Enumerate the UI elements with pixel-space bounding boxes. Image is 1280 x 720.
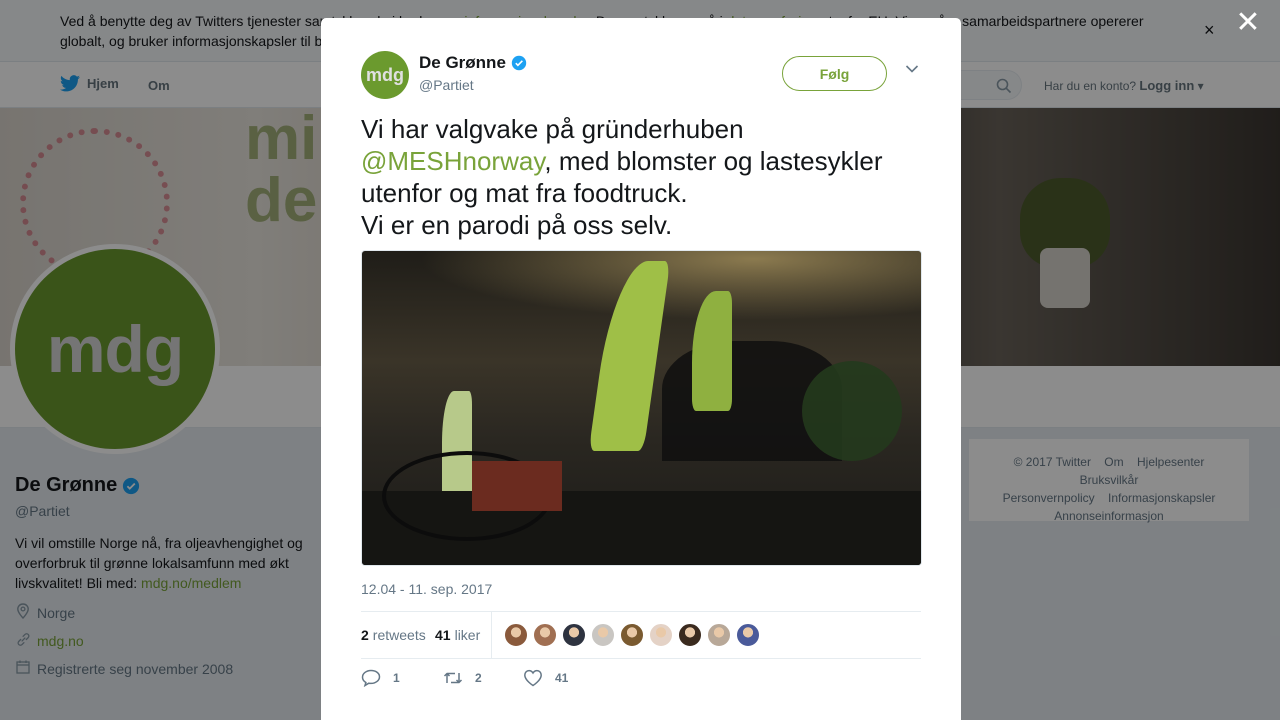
like-button[interactable]: 41: [523, 669, 568, 687]
liker-avatar[interactable]: [562, 623, 586, 647]
liker-avatar[interactable]: [533, 623, 557, 647]
liker-avatar[interactable]: [504, 623, 528, 647]
like-count: 41: [555, 671, 569, 685]
tweet-mention-link[interactable]: @MESHnorway: [361, 146, 544, 176]
tweet-timestamp[interactable]: 12.04 - 11. sep. 2017: [361, 581, 492, 597]
photo-plants: [802, 361, 902, 461]
retweet-button[interactable]: 2: [443, 669, 482, 687]
liker-avatar[interactable]: [678, 623, 702, 647]
liker-avatar[interactable]: [736, 623, 760, 647]
follow-button[interactable]: Følg: [782, 56, 887, 91]
retweet-count: 2: [475, 671, 482, 685]
retweet-icon: [443, 672, 463, 684]
tweet-text-part: Vi er en parodi på oss selv.: [361, 210, 673, 240]
liker-avatar[interactable]: [649, 623, 673, 647]
tweet-stats: 2 retweets 41 liker: [361, 611, 921, 659]
tweet-author-name-row: De Grønne: [419, 53, 527, 73]
likes-stat[interactable]: 41 liker: [435, 627, 480, 643]
close-modal-button[interactable]: ✕: [1233, 8, 1263, 38]
tweet-actions: 1 2 41: [361, 669, 921, 693]
photo-cargo-box: [472, 461, 562, 511]
chevron-down-icon[interactable]: [905, 64, 919, 74]
reply-button[interactable]: 1: [361, 669, 400, 687]
likers-avatars: [504, 623, 765, 647]
liker-avatar[interactable]: [620, 623, 644, 647]
tweet-author-name[interactable]: De Grønne: [419, 53, 506, 73]
tweet-modal: mdg De Grønne @Partiet Følg Vi har valgv…: [321, 18, 961, 720]
retweets-stat[interactable]: 2 retweets: [361, 627, 426, 643]
reply-count: 1: [393, 671, 400, 685]
retweets-count: 2: [361, 627, 369, 643]
likes-label: liker: [454, 627, 481, 643]
tweet-text: Vi har valgvake på gründerhuben @MESHnor…: [361, 113, 931, 241]
tweet-author-avatar[interactable]: mdg: [361, 51, 409, 99]
liker-avatar[interactable]: [707, 623, 731, 647]
liker-avatar[interactable]: [591, 623, 615, 647]
likes-count: 41: [435, 627, 451, 643]
heart-icon: [524, 669, 542, 687]
retweets-label: retweets: [372, 627, 426, 643]
tweet-photo[interactable]: [361, 250, 922, 566]
stats-divider: [491, 612, 492, 658]
tweet-text-part: Vi har valgvake på gründerhuben: [361, 114, 744, 144]
tweet-author-handle[interactable]: @Partiet: [419, 77, 474, 93]
reply-icon: [361, 669, 381, 687]
verified-badge-icon: [511, 55, 527, 71]
